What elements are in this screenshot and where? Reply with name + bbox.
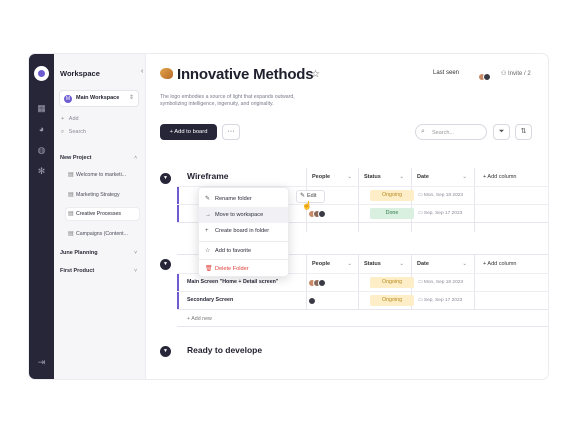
section-toggle-icon[interactable]: ▼ [160,346,171,357]
page-description: The logo embodies a source of light that… [160,94,295,107]
pointer-cursor-icon: ☝ [302,201,312,210]
avatar [483,73,491,81]
column-date[interactable]: Date ⌄ [417,174,467,180]
workspace-avatar: M [64,95,72,103]
menu-item-delete-folder[interactable]: 🗑 Delete Folder [199,261,288,277]
date-cell[interactable]: ▭ Sep, Sep 17 2023 [418,298,462,303]
chevron-down-icon: ⌄ [462,174,467,180]
sidebar-item-creative-processes[interactable]: ▤ Creative Processes [66,208,139,220]
status-badge[interactable]: Ongoing [370,190,414,201]
document-icon: ▤ [68,211,74,217]
status-badge[interactable]: Done [370,208,414,219]
sidebar: Workspace ‹ M Main Workspace ⇕ + Add ⌕ S… [54,54,146,379]
document-icon: ▤ [68,231,74,237]
avatar-group[interactable] [478,68,491,86]
chevron-down-icon: ˅ [134,250,138,256]
page-title: Innovative Methods [177,66,314,83]
last-seen-label: Last seen [433,70,460,76]
palette-emoji-icon [160,68,173,79]
sidebar-item-marketing-strategy[interactable]: ▤ Marketing Strategy [66,189,139,201]
chevron-down-icon: ˅ [134,268,138,274]
column-people[interactable]: People ⌄ [312,261,352,267]
column-status[interactable]: Status ⌄ [364,174,404,180]
plus-icon: + [205,228,209,234]
chevron-down-icon: ⌄ [462,261,467,267]
column-date[interactable]: Date ⌄ [417,261,467,267]
row-name[interactable]: Main Screen "Home + Detail screen" [187,279,278,285]
status-badge[interactable]: Ongoing [370,277,414,288]
column-people[interactable]: People ⌄ [312,174,352,180]
chevron-down-icon: ⌄ [399,261,404,267]
collapse-sidebar-icon[interactable]: ‹ [141,68,143,75]
document-icon: ▤ [68,172,74,178]
group-new-project[interactable]: New Project ˄ [60,155,137,161]
sort-button[interactable]: ⇅ [515,124,532,140]
add-new-row-button[interactable]: + Add new [187,316,212,322]
main-content: Innovative Methods ☆ Last seen ⚇ Invite … [146,54,548,379]
avatar [318,279,326,287]
app-logo [34,66,49,81]
sidebar-item-welcome[interactable]: ▤ Welcome to marketi... [66,169,139,181]
search-action[interactable]: ⌕ Search [61,129,86,136]
palette-icon[interactable]: ◕ [37,125,46,134]
gear-icon[interactable]: ✻ [37,167,46,176]
trash-icon: 🗑 [205,266,213,272]
app-window: ▦ ◕ ◍ ✻ ⇥ Workspace ‹ M Main Workspace ⇕… [29,54,548,379]
chevron-up-icon: ˄ [134,155,138,161]
avatar [308,297,316,305]
section-toggle-icon[interactable]: ▼ [160,259,171,270]
context-menu: ✎ Rename folder → Move to workspace + Creat… [198,187,289,277]
section-toggle-icon[interactable]: ▼ [160,173,171,184]
star-icon: ☆ [205,248,211,254]
chevron-down-icon: ⌄ [347,261,352,267]
invite-button[interactable]: ⚇ Invite / 2 [501,70,531,77]
date-cell[interactable]: ▭ Mon, Sep 18 2023 [418,193,463,198]
menu-item-rename-folder[interactable]: ✎ Rename folder [199,191,288,207]
group-june-planning[interactable]: June Planning ˅ [60,250,137,256]
star-icon[interactable]: ☆ [311,69,320,80]
section-title-wireframe: Wireframe [187,171,229,181]
menu-item-add-to-favorite[interactable]: ☆ Add to favorite [199,243,288,259]
filter-button[interactable]: ⏷ [493,124,510,140]
date-cell[interactable]: ▭ Mon, Sep 18 2023 [418,280,463,285]
menu-item-move-to-workspace[interactable]: → Move to workspace [199,207,288,223]
add-column-button[interactable]: + Add column [483,261,516,267]
chevron-down-icon: ⌄ [399,174,404,180]
column-status[interactable]: Status ⌄ [364,261,404,267]
grid-icon[interactable]: ▦ [37,104,46,113]
section-title-ready: Ready to develope [187,345,263,355]
globe-icon[interactable]: ◍ [37,146,46,155]
table-row[interactable]: Secondary Screen Ongoing ▭ Sep, Sep 17 2… [177,291,548,309]
more-options-button[interactable]: ··· [222,124,240,140]
add-action[interactable]: + Add [61,116,79,122]
workspace-label: Main Workspace [76,95,120,101]
date-cell[interactable]: ▭ Sep, Sep 17 2023 [418,211,462,216]
search-input[interactable]: ⌕ Search... [415,124,487,140]
status-badge[interactable]: Ongoing [370,295,414,306]
sidebar-item-campaigns[interactable]: ▤ Campaigns (Content... [66,228,139,240]
group-first-product[interactable]: First Product ˅ [60,268,137,274]
document-icon: ▤ [68,192,74,198]
sidebar-title: Workspace [60,69,100,78]
chevron-down-icon: ⌄ [347,174,352,180]
avatar [318,210,326,218]
pencil-icon: ✎ [205,196,211,202]
icon-rail: ▦ ◕ ◍ ✻ ⇥ [29,54,54,379]
chevron-updown-icon: ⇕ [128,95,134,101]
add-column-button[interactable]: + Add column [483,174,516,180]
search-icon: ⌕ [421,128,425,135]
workspace-selector[interactable]: M Main Workspace ⇕ [59,90,139,107]
arrow-right-icon: → [205,212,211,218]
add-to-board-button[interactable]: + Add to board [160,124,217,140]
logout-icon[interactable]: ⇥ [37,358,46,367]
menu-item-create-board[interactable]: + Create board in folder [199,223,288,239]
row-name[interactable]: Secondary Screen [187,297,233,303]
